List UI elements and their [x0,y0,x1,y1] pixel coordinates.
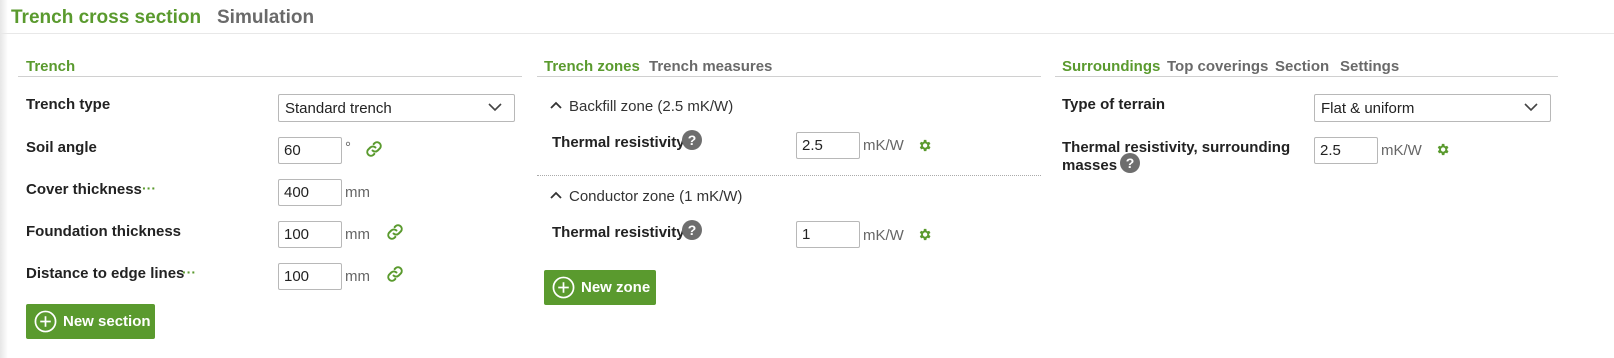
foundation-thickness-label: Foundation thickness [26,223,182,240]
new-zone-label: New zone [581,279,651,296]
tab-settings[interactable]: Settings [1340,58,1399,75]
zone-header[interactable]: Backfill zone (2.5 mK/W) [569,98,733,115]
left-edge-shade [0,0,8,358]
new-zone-button[interactable]: New zone [544,270,656,305]
help-icon[interactable]: ? [1120,153,1140,173]
distance-edge-lines-input[interactable] [278,263,342,290]
surrounding-resistivity-label: Thermal resistivity, surrounding [1062,139,1291,156]
terrain-type-value: Flat & uniform [1321,100,1415,117]
trench-panel-tabs: Trench [18,55,522,77]
new-section-label: New section [63,313,151,330]
thermal-resistivity-unit: mK/W [863,137,904,154]
zone-header[interactable]: Conductor zone (1 mK/W) [569,188,742,205]
more-options-icon[interactable]: ··· [182,264,196,280]
cover-thickness-unit: mm [345,184,370,201]
tab-surroundings[interactable]: Surroundings [1062,58,1160,75]
terrain-type-label: Type of terrain [1062,96,1166,113]
soil-angle-input[interactable] [278,137,342,164]
link-icon[interactable] [386,223,404,241]
plus-circle-icon [34,310,57,333]
gear-icon[interactable] [1435,142,1450,157]
tab-trench-zones[interactable]: Trench zones [544,58,640,75]
zones-panel-tabs: Trench zones Trench measures [537,55,1041,77]
thermal-resistivity-unit: mK/W [863,227,904,244]
zone-divider [537,175,1041,176]
new-section-button[interactable]: New section [26,304,155,339]
surrounding-resistivity-label-cont: masses [1062,157,1118,174]
tab-top-coverings[interactable]: Top coverings [1167,58,1268,75]
surrounding-resistivity-input[interactable] [1314,137,1378,164]
chevron-down-icon [488,103,502,112]
cover-thickness-label: Cover thickness [26,181,142,198]
tab-section[interactable]: Section [1275,58,1329,75]
trench-type-label: Trench type [26,96,111,113]
tab-trench-measures[interactable]: Trench measures [649,58,772,75]
chevron-down-icon [1524,103,1538,112]
chevron-up-icon[interactable] [550,191,562,200]
plus-circle-icon [552,276,575,299]
thermal-resistivity-input[interactable] [796,221,860,248]
more-options-icon[interactable]: ··· [142,180,156,196]
surrounding-resistivity-unit: mK/W [1381,142,1422,159]
top-navigation: Trench cross section Simulation [0,0,1614,34]
thermal-resistivity-input[interactable] [796,132,860,159]
thermal-resistivity-label: Thermal resistivity [552,224,685,241]
thermal-resistivity-label: Thermal resistivity [552,134,685,151]
help-icon[interactable]: ? [682,130,702,150]
surroundings-panel-tabs: Surroundings Top coverings Section Setti… [1055,55,1558,77]
tab-trench[interactable]: Trench [26,58,75,75]
tab-simulation[interactable]: Simulation [217,7,314,29]
gear-icon[interactable] [917,227,932,242]
help-icon[interactable]: ? [682,220,702,240]
chevron-up-icon[interactable] [550,101,562,110]
foundation-thickness-unit: mm [345,226,370,243]
distance-edge-lines-unit: mm [345,268,370,285]
cover-thickness-input[interactable] [278,179,342,206]
distance-edge-lines-label: Distance to edge lines [26,265,185,282]
gear-icon[interactable] [917,138,932,153]
tab-trench-cross-section[interactable]: Trench cross section [11,7,201,29]
link-icon[interactable] [386,265,404,283]
foundation-thickness-input[interactable] [278,221,342,248]
soil-angle-unit: ° [345,139,351,156]
soil-angle-label: Soil angle [26,139,97,156]
terrain-type-select[interactable]: Flat & uniform [1314,94,1551,122]
link-icon[interactable] [365,140,383,158]
trench-type-select[interactable]: Standard trench [278,94,515,122]
trench-type-value: Standard trench [285,100,392,117]
